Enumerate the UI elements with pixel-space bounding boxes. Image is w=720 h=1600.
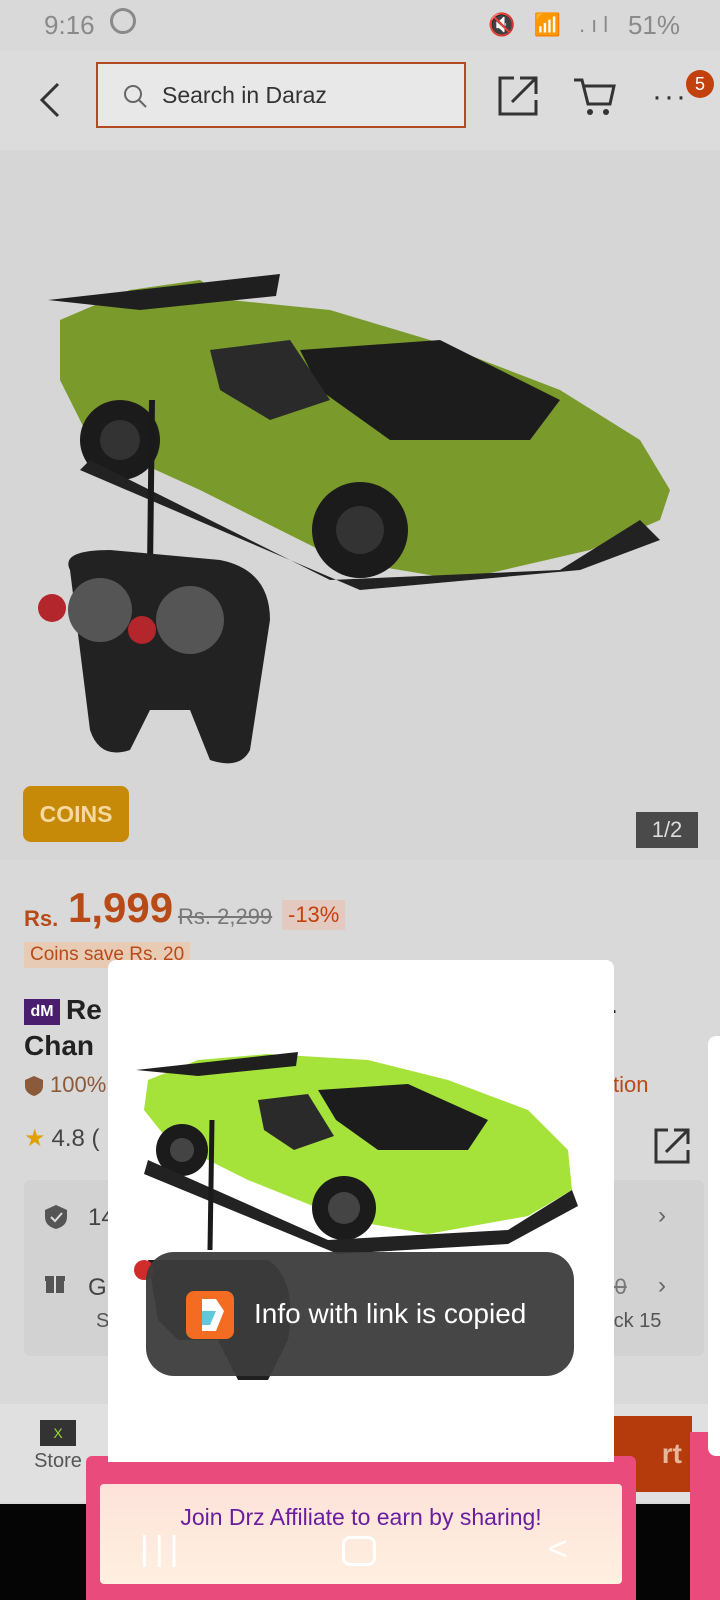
search-icon [124, 85, 147, 108]
cart-icon[interactable] [572, 74, 618, 118]
positive-rating-value: 100% [50, 1072, 107, 1097]
star-icon: ★ [24, 1125, 46, 1152]
back-nav-icon[interactable]: < [548, 1530, 568, 1569]
copied-toast: Info with link is copied [146, 1252, 574, 1376]
status-time: 9:16 [44, 10, 95, 40]
status-icons: 🔇 📶 .ıl [488, 12, 615, 37]
battery-level: 51% [627, 10, 680, 40]
toast-message: Info with link is copied [254, 1298, 527, 1329]
store-badge: dM [24, 998, 60, 1025]
search-placeholder: Search in Daraz [162, 82, 327, 108]
chevron-right-icon[interactable]: › [658, 1272, 666, 1300]
share-product-image [134, 1052, 578, 1380]
rating-value: 4.8 ( [51, 1125, 100, 1152]
daraz-app-icon [186, 1291, 234, 1339]
shield-icon [25, 1076, 43, 1097]
whatsapp-icon [110, 8, 136, 34]
affiliate-banner-text: Join Drz Affiliate to earn by sharing! [180, 1504, 542, 1530]
more-options-icon[interactable]: ··· [652, 80, 688, 114]
back-arrow-icon[interactable] [34, 80, 68, 120]
store-label: Store [34, 1450, 82, 1472]
store-button[interactable]: X Store [28, 1414, 88, 1473]
original-price: Rs. 2,299 [178, 904, 273, 929]
chevron-right-icon[interactable]: › [658, 1202, 666, 1230]
top-header: Search in Daraz ··· 5 [0, 50, 720, 150]
next-share-card-preview [708, 1036, 720, 1456]
image-page-indicator: 1/2 [636, 812, 698, 848]
status-bar: 9:16 🔇 📶 .ıl 51% [0, 0, 720, 50]
positive-seller-rating: 100% [24, 1072, 106, 1098]
price-row: Rs. 1,999 Rs. 2,299 -13% [24, 880, 704, 940]
search-input[interactable]: Search in Daraz [96, 62, 466, 128]
coins-tag: COINS [23, 786, 129, 842]
title-line2: Chan [24, 1030, 94, 1061]
home-icon[interactable] [342, 1536, 376, 1566]
price-value: 1,999 [68, 884, 174, 931]
share-preview-card[interactable] [108, 960, 614, 1462]
product-gallery[interactable] [0, 150, 720, 860]
notification-badge: 5 [686, 70, 714, 98]
title-start: Re [66, 994, 102, 1025]
product-image [38, 274, 670, 764]
discount-badge: -13% [282, 900, 346, 930]
shield-icon [45, 1205, 67, 1229]
delivery-icon [45, 1276, 65, 1293]
rating-row[interactable]: ★ 4.8 ( [24, 1124, 100, 1153]
recent-apps-icon[interactable]: ||| [140, 1530, 185, 1569]
store-logo: X [40, 1420, 76, 1446]
system-nav-bar: ||| < [0, 1530, 720, 1590]
share-icon[interactable] [652, 1126, 692, 1166]
price-currency: Rs. [24, 906, 59, 931]
share-icon[interactable] [496, 74, 540, 118]
delivery-info: G [88, 1274, 107, 1301]
